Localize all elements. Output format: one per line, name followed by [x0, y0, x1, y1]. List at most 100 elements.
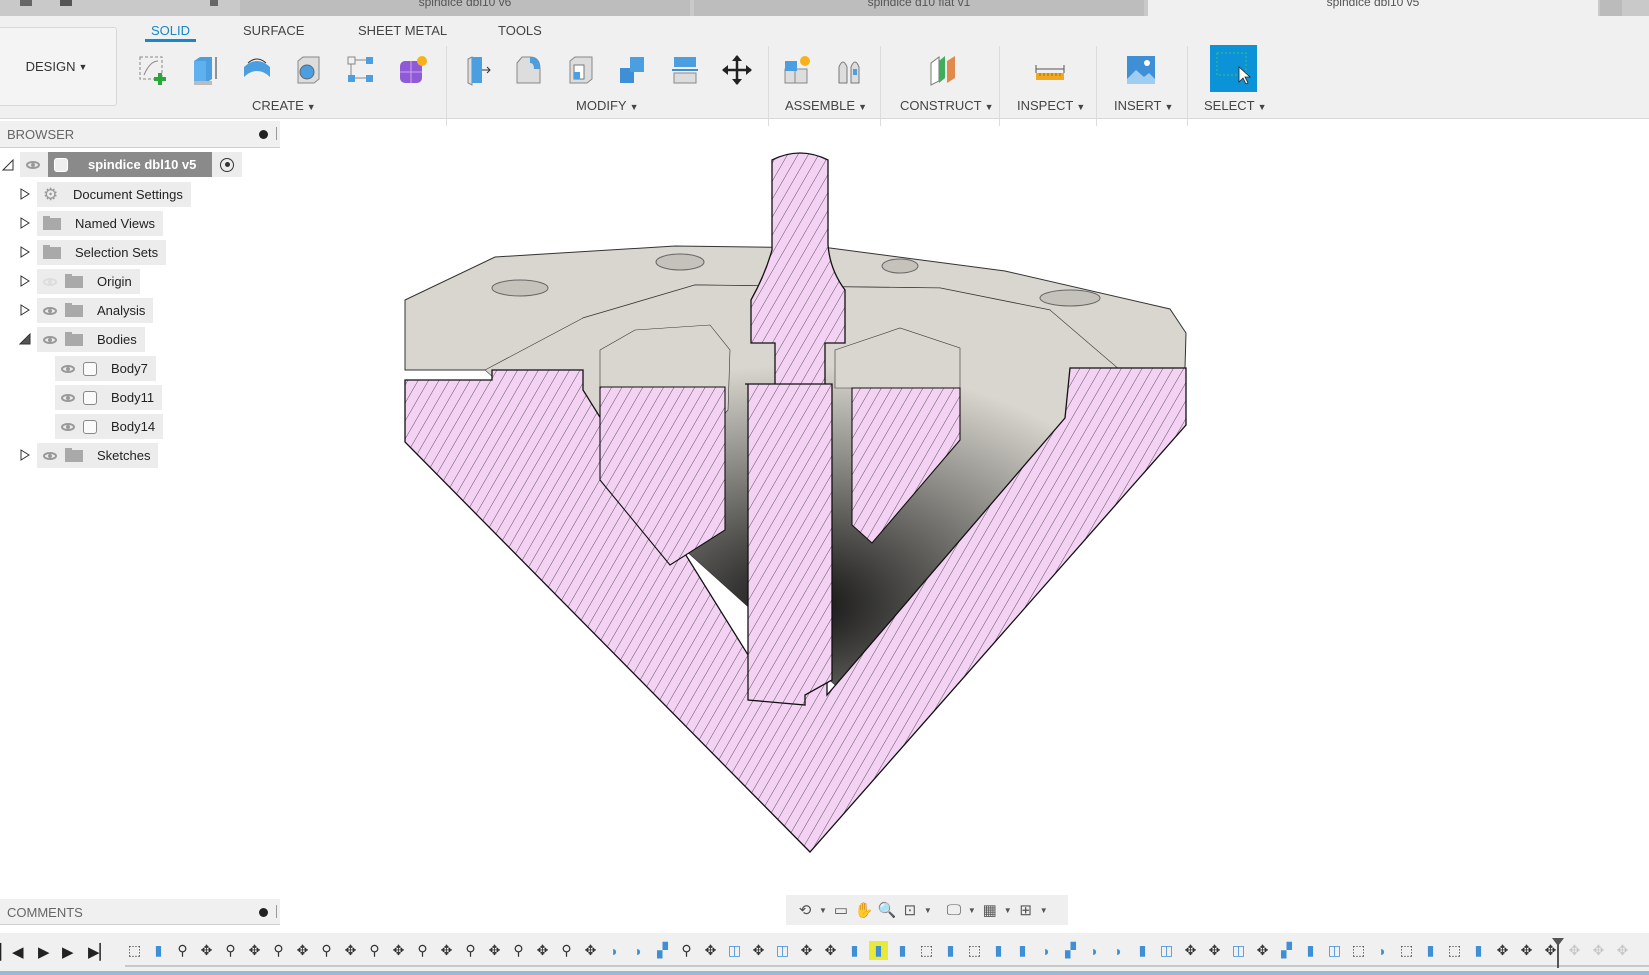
pan-icon[interactable]: ✋: [855, 901, 874, 919]
joint-feature-icon[interactable]: ⚲: [557, 941, 576, 960]
press-pull-button[interactable]: [457, 50, 497, 90]
collapsed-triangle-icon[interactable]: [19, 188, 31, 200]
browser-item-body14[interactable]: Body14: [0, 414, 164, 439]
browser-item-named-views[interactable]: Named Views: [0, 211, 163, 236]
suppressed-feature-icon[interactable]: ✥: [1565, 941, 1584, 960]
sketch-feature-icon[interactable]: ⬚: [125, 941, 144, 960]
shell-feature-icon[interactable]: ◫: [1229, 941, 1248, 960]
play-icon[interactable]: ▶: [38, 943, 50, 961]
tab-surface[interactable]: SURFACE: [243, 23, 304, 38]
visibility-hidden-icon[interactable]: [43, 277, 57, 286]
assemble-menu[interactable]: ASSEMBLE ▼: [785, 98, 867, 113]
move-feature-icon[interactable]: ✥: [485, 941, 504, 960]
sketch-feature-icon[interactable]: ⬚: [965, 941, 984, 960]
shell-feature-icon[interactable]: ◫: [725, 941, 744, 960]
document-tab[interactable]: spindice dbl10 v6: [240, 0, 690, 16]
joint-feature-icon[interactable]: ⚲: [365, 941, 384, 960]
collapsed-triangle-icon[interactable]: [19, 217, 31, 229]
create-menu[interactable]: CREATE ▼: [252, 98, 316, 113]
revolve-button[interactable]: [237, 50, 277, 90]
tab-solid[interactable]: SOLID: [144, 23, 197, 42]
browser-item-selection-sets[interactable]: Selection Sets: [0, 240, 167, 265]
document-tab[interactable]: spindice d10 flat v1: [694, 0, 1144, 16]
next-icon[interactable]: ▶: [62, 943, 74, 961]
extrude-feature-icon[interactable]: ▮: [1133, 941, 1152, 960]
sketch-feature-icon[interactable]: ⬚: [1445, 941, 1464, 960]
joint-feature-icon[interactable]: ⚲: [461, 941, 480, 960]
extrude-feature-icon[interactable]: ▮: [941, 941, 960, 960]
combine-feature-icon[interactable]: ▞: [653, 941, 672, 960]
visibility-eye-icon[interactable]: [43, 335, 57, 344]
select-menu[interactable]: SELECT ▼: [1204, 98, 1267, 113]
insert-menu[interactable]: INSERT ▼: [1114, 98, 1173, 113]
previous-icon[interactable]: ◀: [12, 943, 24, 961]
fillet-feature-icon[interactable]: ◗: [629, 941, 648, 960]
joint-feature-icon[interactable]: ⚲: [317, 941, 336, 960]
extrude-feature-icon[interactable]: ▮: [869, 941, 888, 960]
shell-feature-icon[interactable]: ◫: [1157, 941, 1176, 960]
redo-icon[interactable]: [210, 0, 218, 6]
file-icon[interactable]: [20, 0, 32, 6]
save-icon[interactable]: [60, 0, 72, 6]
move-feature-icon[interactable]: ✥: [389, 941, 408, 960]
collapsed-triangle-icon[interactable]: [19, 304, 31, 316]
tab-tools[interactable]: TOOLS: [498, 23, 542, 38]
fillet-feature-icon[interactable]: ◗: [1037, 941, 1056, 960]
move-feature-icon[interactable]: ✥: [797, 941, 816, 960]
split-body-button[interactable]: [665, 50, 705, 90]
create-sketch-button[interactable]: [133, 50, 173, 90]
extrude-feature-icon[interactable]: ▮: [1301, 941, 1320, 960]
shell-button[interactable]: [561, 50, 601, 90]
sketch-feature-icon[interactable]: ⬚: [917, 941, 936, 960]
look-at-icon[interactable]: ▭: [832, 901, 850, 919]
move-feature-icon[interactable]: ✥: [749, 941, 768, 960]
measure-button[interactable]: [1030, 50, 1070, 90]
extrude-feature-icon[interactable]: ▮: [1421, 941, 1440, 960]
move-feature-icon[interactable]: ✥: [341, 941, 360, 960]
panel-grip[interactable]: [276, 127, 277, 140]
3d-viewport[interactable]: [380, 140, 1280, 860]
modify-menu[interactable]: MODIFY ▼: [576, 98, 638, 113]
panel-grip[interactable]: [276, 905, 277, 918]
expanded-triangle-icon[interactable]: [2, 159, 14, 171]
insert-image-button[interactable]: [1121, 50, 1161, 90]
shell-feature-icon[interactable]: ◫: [1325, 941, 1344, 960]
move-feature-icon[interactable]: ✥: [821, 941, 840, 960]
browser-item-body11[interactable]: Body11: [0, 385, 163, 410]
browser-item-origin[interactable]: Origin: [0, 269, 140, 294]
browser-item-bodies[interactable]: Bodies: [0, 327, 145, 352]
document-tab-active[interactable]: spindice dbl10 v5: [1148, 0, 1598, 16]
zoom-icon[interactable]: 🔍: [878, 901, 897, 919]
display-settings-icon[interactable]: 🖵: [945, 902, 963, 919]
hole-button[interactable]: [289, 50, 329, 90]
grid-icon[interactable]: ▦: [981, 901, 999, 919]
joint-feature-icon[interactable]: ⚲: [173, 941, 192, 960]
chevron-down-icon[interactable]: ▼: [968, 906, 976, 915]
first-icon[interactable]: ▏: [0, 943, 12, 961]
move-feature-icon[interactable]: ✥: [1205, 941, 1224, 960]
collapsed-triangle-icon[interactable]: [19, 246, 31, 258]
visibility-eye-icon[interactable]: [43, 451, 57, 460]
pattern-button[interactable]: [341, 50, 381, 90]
chevron-down-icon[interactable]: ▼: [1040, 906, 1048, 915]
expanded-triangle-icon[interactable]: [19, 333, 31, 345]
joint-feature-icon[interactable]: ⚲: [269, 941, 288, 960]
move-feature-icon[interactable]: ✥: [1253, 941, 1272, 960]
joint-feature-icon[interactable]: ⚲: [677, 941, 696, 960]
orbit-icon[interactable]: ⟲: [796, 901, 814, 919]
move-feature-icon[interactable]: ✥: [197, 941, 216, 960]
combine-feature-icon[interactable]: ▞: [1061, 941, 1080, 960]
inspect-menu[interactable]: INSPECT ▼: [1017, 98, 1085, 113]
combine-button[interactable]: [613, 50, 653, 90]
select-button[interactable]: [1210, 45, 1257, 92]
offset-plane-button[interactable]: [922, 50, 962, 90]
collapse-panel-icon[interactable]: [259, 130, 268, 139]
chevron-down-icon[interactable]: ▼: [1004, 906, 1012, 915]
combine-feature-icon[interactable]: ▞: [1277, 941, 1296, 960]
visibility-eye-icon[interactable]: [61, 393, 75, 402]
browser-item-document-settings[interactable]: ⚙ Document Settings: [0, 182, 191, 207]
suppressed-feature-icon[interactable]: ✥: [1589, 941, 1608, 960]
construct-menu[interactable]: CONSTRUCT ▼: [900, 98, 994, 113]
fillet-feature-icon[interactable]: ◗: [1085, 941, 1104, 960]
move-feature-icon[interactable]: ✥: [437, 941, 456, 960]
